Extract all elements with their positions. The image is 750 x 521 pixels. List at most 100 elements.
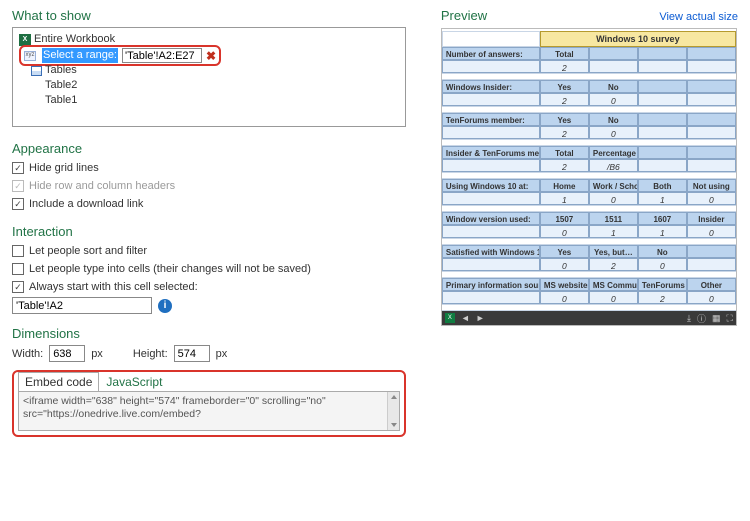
download-icon[interactable]: ⤓ [687, 313, 691, 324]
info-icon[interactable]: i [158, 299, 172, 313]
checkbox-icon[interactable] [12, 263, 24, 275]
preview-pane: Windows 10 survey Number of answers:Tota… [441, 28, 737, 326]
section-interaction: Interaction [12, 224, 406, 239]
preview-cell: 1 [638, 225, 687, 238]
preview-cell: 2 [589, 258, 638, 271]
preview-cell [442, 291, 540, 304]
preview-cell: 2 [638, 291, 687, 304]
preview-cell: 1 [589, 225, 638, 238]
preview-col-head: No [589, 113, 638, 126]
preview-row-label: Window version used: [442, 212, 540, 225]
preview-cell [687, 126, 736, 139]
width-input[interactable] [49, 345, 85, 362]
section-dimensions: Dimensions [12, 326, 406, 341]
height-input[interactable] [174, 345, 210, 362]
preview-col-head: MS Community [589, 278, 638, 291]
preview-col-head: No [589, 80, 638, 93]
excel-mini-icon[interactable]: X [445, 313, 455, 323]
preview-cell: 0 [687, 192, 736, 205]
info-bar-icon[interactable]: ⓘ [697, 312, 706, 325]
tree-item-table[interactable]: Table2 [45, 78, 399, 93]
tree-label: Table1 [45, 93, 77, 108]
preview-cell [687, 60, 736, 73]
preview-col-head: MS websites [540, 278, 589, 291]
preview-cell: 2 [540, 159, 589, 172]
sheet-nav-prev-icon[interactable]: ◄ [461, 313, 470, 323]
checkbox-icon[interactable] [12, 162, 24, 174]
preview-cell: 2 [540, 126, 589, 139]
preview-row-label: Windows Insider: [442, 80, 540, 93]
preview-cell: 0 [589, 126, 638, 139]
section-preview: Preview [441, 8, 487, 23]
preview-cell: /B6 [589, 159, 638, 172]
fullsize-icon[interactable]: ⛶ [727, 313, 733, 324]
tab-embed-code[interactable]: Embed code [18, 372, 99, 392]
excel-icon: X [19, 34, 31, 46]
section-what-to-show: What to show [12, 8, 406, 23]
option-label: Include a download link [29, 198, 143, 210]
preview-gap [442, 106, 736, 113]
range-input[interactable] [122, 48, 202, 63]
scrollbar[interactable] [387, 392, 399, 430]
opt-download-link[interactable]: Include a download link [12, 196, 406, 212]
preview-col-head: Work / School [589, 179, 638, 192]
preview-cell: 0 [687, 291, 736, 304]
preview-gap [442, 271, 736, 278]
clear-range-icon[interactable]: ✖ [206, 50, 216, 62]
preview-cell: 0 [687, 225, 736, 238]
preview-col-head [638, 47, 687, 60]
option-label: Hide grid lines [29, 162, 99, 174]
preview-col-head: 1511 [589, 212, 638, 225]
preview-cell [687, 93, 736, 106]
preview-col-head: Percentage [589, 146, 638, 159]
preview-col-head: Both [638, 179, 687, 192]
select-range-label[interactable]: Select a range: [42, 48, 118, 63]
preview-col-head: Total [540, 146, 589, 159]
preview-col-head [687, 47, 736, 60]
preview-cell [638, 60, 687, 73]
preview-col-head: Home [540, 179, 589, 192]
preview-cell [442, 192, 540, 205]
option-label: Always start with this cell selected: [29, 281, 198, 293]
start-cell-input[interactable] [12, 297, 152, 314]
embed-code-highlight: Embed code JavaScript <iframe width="638… [12, 370, 406, 437]
preview-col-head [687, 146, 736, 159]
preview-gap [442, 205, 736, 212]
grid-view-icon[interactable]: ▦ [712, 313, 721, 324]
opt-sort-filter[interactable]: Let people sort and filter [12, 243, 406, 259]
preview-cell [638, 93, 687, 106]
preview-col-head: No [638, 245, 687, 258]
px-label: px [216, 348, 228, 360]
preview-col-head: Insider [687, 212, 736, 225]
preview-title: Windows 10 survey [540, 31, 736, 47]
what-to-show-tree[interactable]: X Entire Workbook xyz Select a range: ✖ … [12, 27, 406, 127]
preview-gap [442, 172, 736, 179]
checkbox-icon [12, 180, 24, 192]
checkbox-icon[interactable] [12, 245, 24, 257]
preview-cell: 0 [540, 291, 589, 304]
tree-item-table[interactable]: Table1 [45, 93, 399, 108]
table-icon [31, 66, 42, 76]
preview-cell [442, 126, 540, 139]
tab-javascript[interactable]: JavaScript [99, 372, 169, 392]
opt-type-cells[interactable]: Let people type into cells (their change… [12, 261, 406, 277]
preview-cell: 2 [540, 93, 589, 106]
opt-hide-grid[interactable]: Hide grid lines [12, 160, 406, 176]
preview-col-head: Yes [540, 80, 589, 93]
view-actual-size-link[interactable]: View actual size [659, 11, 738, 23]
tree-label: Tables [45, 63, 77, 78]
preview-col-head [687, 113, 736, 126]
section-appearance: Appearance [12, 141, 406, 156]
range-icon: xyz [24, 51, 36, 61]
preview-col-head: 1607 [638, 212, 687, 225]
sheet-nav-next-icon[interactable]: ► [476, 313, 485, 323]
preview-cell [442, 93, 540, 106]
checkbox-icon[interactable] [12, 198, 24, 210]
checkbox-icon[interactable] [12, 281, 24, 293]
preview-cell: 0 [638, 258, 687, 271]
preview-cell [589, 60, 638, 73]
preview-cell [638, 126, 687, 139]
opt-start-cell[interactable]: Always start with this cell selected: [12, 279, 406, 295]
preview-cell: 1 [638, 192, 687, 205]
embed-code-box[interactable]: <iframe width="638" height="574" framebo… [18, 391, 400, 431]
